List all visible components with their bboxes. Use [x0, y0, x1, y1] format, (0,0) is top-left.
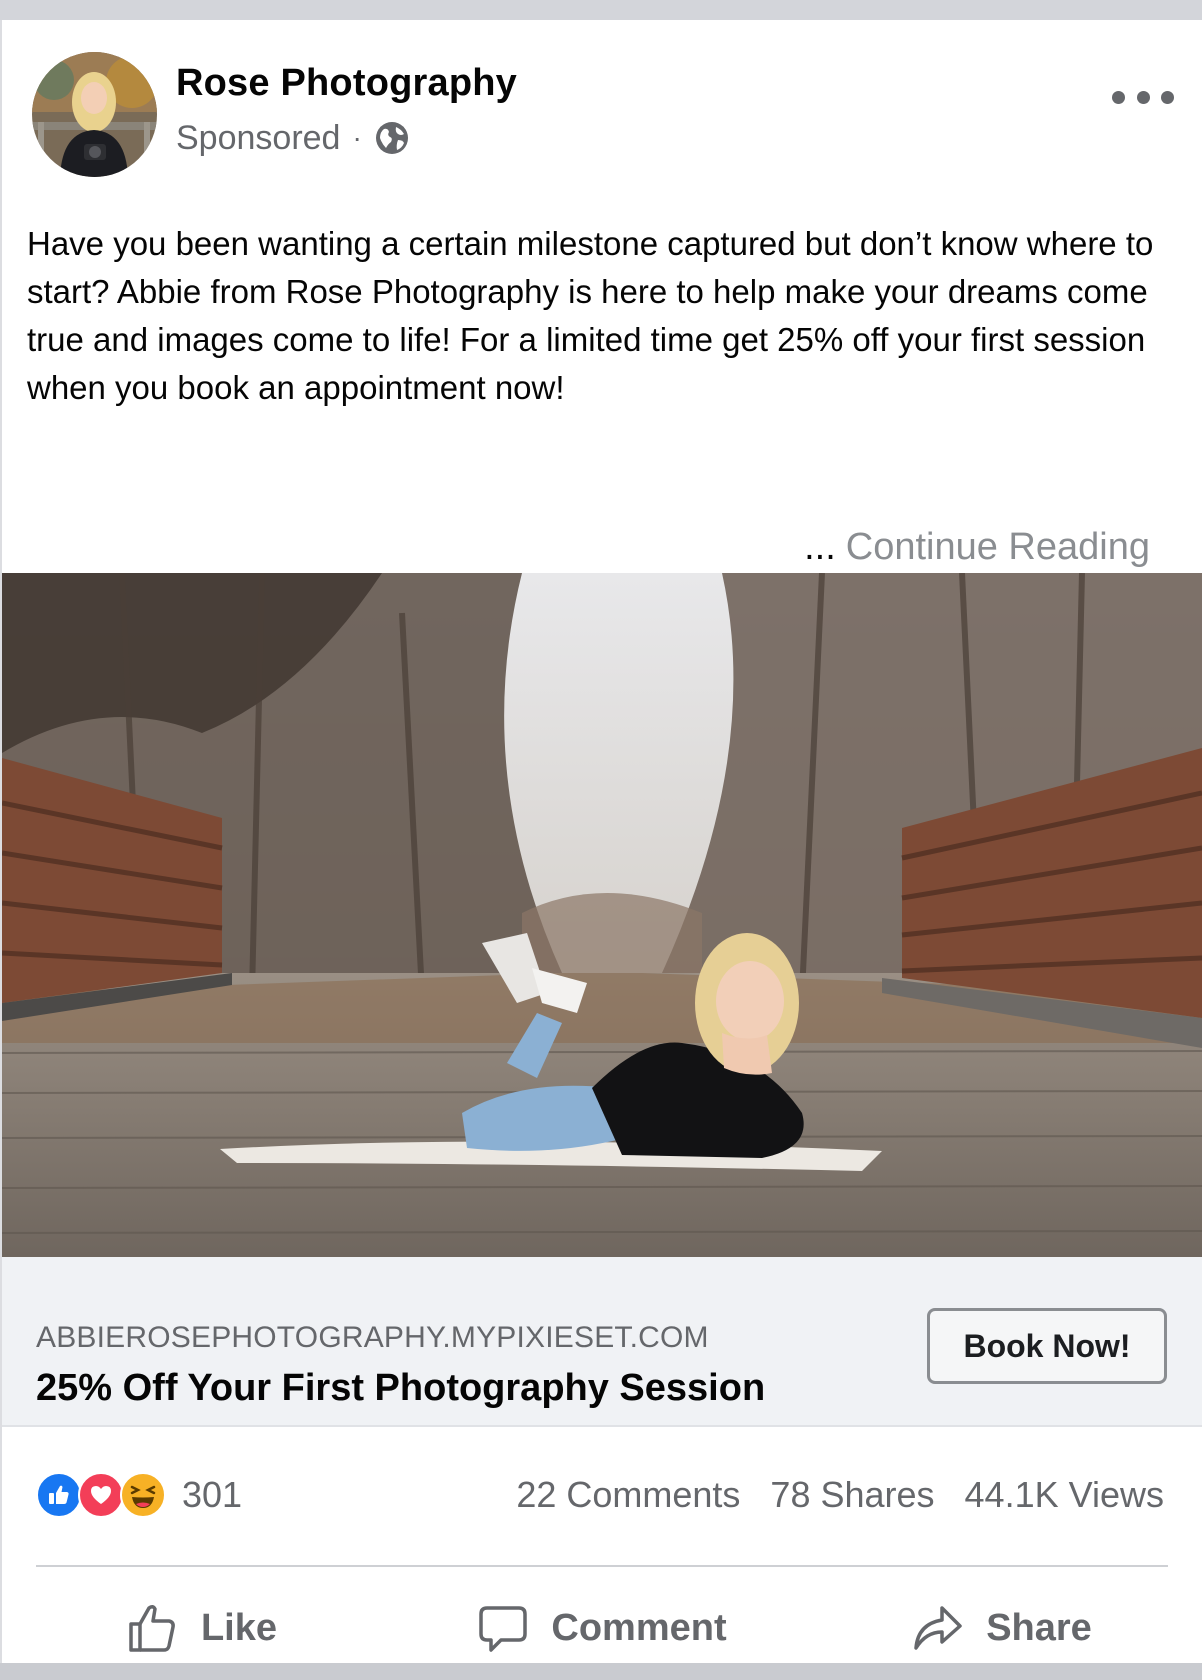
more-options-button[interactable] [1112, 84, 1174, 110]
more-dot [1136, 90, 1150, 104]
page-avatar[interactable] [32, 52, 157, 177]
shares-count-link[interactable]: 78 Shares [770, 1474, 934, 1516]
feed-bottom-gap [0, 1663, 1202, 1680]
more-dot [1112, 90, 1125, 104]
thumbs-up-icon [129, 1604, 175, 1652]
post-body-text: Have you been wanting a certain mileston… [27, 225, 1154, 406]
comments-count-link[interactable]: 22 Comments [516, 1474, 740, 1516]
link-domain: ABBIEROSEPHOTOGRAPHY.MYPIXIESET.COM [36, 1321, 709, 1354]
sponsored-label[interactable]: Sponsored [176, 119, 340, 158]
sponsored-post-card: Rose Photography Sponsored · Have you be… [2, 20, 1202, 1663]
like-label: Like [200, 1606, 278, 1649]
ellipsis: ... [804, 526, 836, 568]
link-preview[interactable]: ABBIEROSEPHOTOGRAPHY.MYPIXIESET.COM 25% … [2, 1257, 1202, 1427]
page-name[interactable]: Rose Photography [176, 62, 517, 105]
haha-icon [120, 1472, 166, 1518]
comment-bubble-icon [479, 1606, 528, 1652]
globe-icon [374, 120, 410, 156]
love-icon [78, 1472, 124, 1518]
book-now-button[interactable]: Book Now! [927, 1308, 1167, 1384]
link-title: 25% Off Your First Photography Session [36, 1367, 766, 1409]
more-dot [1161, 90, 1174, 104]
post-meta: Sponsored · [176, 116, 410, 160]
share-label: Share [986, 1606, 1092, 1649]
post-photo[interactable] [2, 573, 1202, 1257]
continue-reading-row: ... Continue Reading [804, 526, 1150, 569]
reaction-count: 301 [182, 1474, 243, 1515]
reactions-summary[interactable]: 301 [36, 1472, 242, 1518]
stat-links: 22 Comments 78 Shares 44.1K Views [486, 1472, 1164, 1518]
engagement-stats: 301 22 Comments 78 Shares 44.1K Views [2, 1430, 1202, 1554]
stats-divider [36, 1565, 1168, 1567]
like-icon [36, 1472, 82, 1518]
meta-separator: · [352, 122, 362, 153]
continue-reading-link[interactable]: Continue Reading [846, 526, 1150, 568]
comment-label: Comment [551, 1606, 727, 1649]
share-arrow-icon [914, 1606, 962, 1650]
feed-top-gap [0, 0, 1202, 20]
views-count-link[interactable]: 44.1K Views [965, 1474, 1164, 1516]
